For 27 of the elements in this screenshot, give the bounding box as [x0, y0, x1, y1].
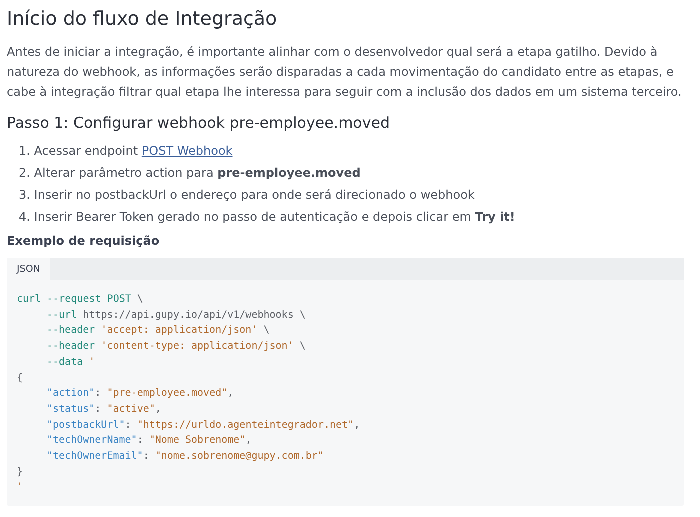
code-line: "techOwnerName": "Nome Sobrenome", — [46, 434, 253, 448]
code-line: --url https://api.gupy.io/api/v1/webhooks \ — [46, 308, 307, 323]
page-title: Início do fluxo de Integração — [7, 8, 278, 30]
step-text: Inserir no postbackUrl o endereço para onde será direcionado o webhook — [34, 188, 475, 202]
list-number: 2. — [19, 166, 30, 180]
step-title: Passo 1: Configurar webhook pre-employee.moved — [7, 114, 391, 132]
code-tab[interactable]: JSON — [7, 258, 50, 280]
list-number: 1. — [19, 144, 30, 158]
intro-paragraph: Antes de iniciar a integração, é importante alinhar com o desenvolvedor qual será a etapa gatilho. Devido à natureza do webhook, as informações serão disparadas a cada movimentação do candidato entre as etapas, e cabe à integração filtrar qual etapa lhe interessa para seguir com a inclusão dos dados em um sistema terceiro. — [7, 44, 683, 101]
step-text: Alterar parâmetro action para pre-employee.moved — [34, 166, 361, 180]
code-line: "action": "pre-employee.moved", — [46, 387, 235, 402]
code-line: ' — [17, 481, 24, 496]
code-line: "postbackUrl": "https://urldo.agenteintegrador.net", — [46, 418, 362, 433]
code-line: --header 'content-type: application/json' \ — [46, 340, 307, 354]
list-number: 3. — [19, 188, 30, 202]
code-line: "status": "active", — [46, 402, 162, 417]
code-line: { — [17, 372, 24, 386]
code-line: --header 'accept: application/json' \ — [46, 324, 271, 338]
step-text: Acessar endpoint — [34, 144, 138, 158]
code-line: --data ' — [46, 356, 96, 370]
endpoint-link[interactable]: POST Webhook — [142, 144, 233, 158]
code-line: } — [17, 466, 24, 480]
code-line: "techOwnerEmail": "nome.sobrenome@gupy.com.br" — [46, 450, 325, 464]
list-number: 4. — [19, 210, 30, 224]
step-text: Inserir Bearer Token gerado no passo de autenticação e depois clicar em Try it! — [34, 210, 516, 224]
section-label: Exemplo de requisição — [7, 234, 161, 248]
code-line: curl --request POST \ — [17, 293, 144, 307]
